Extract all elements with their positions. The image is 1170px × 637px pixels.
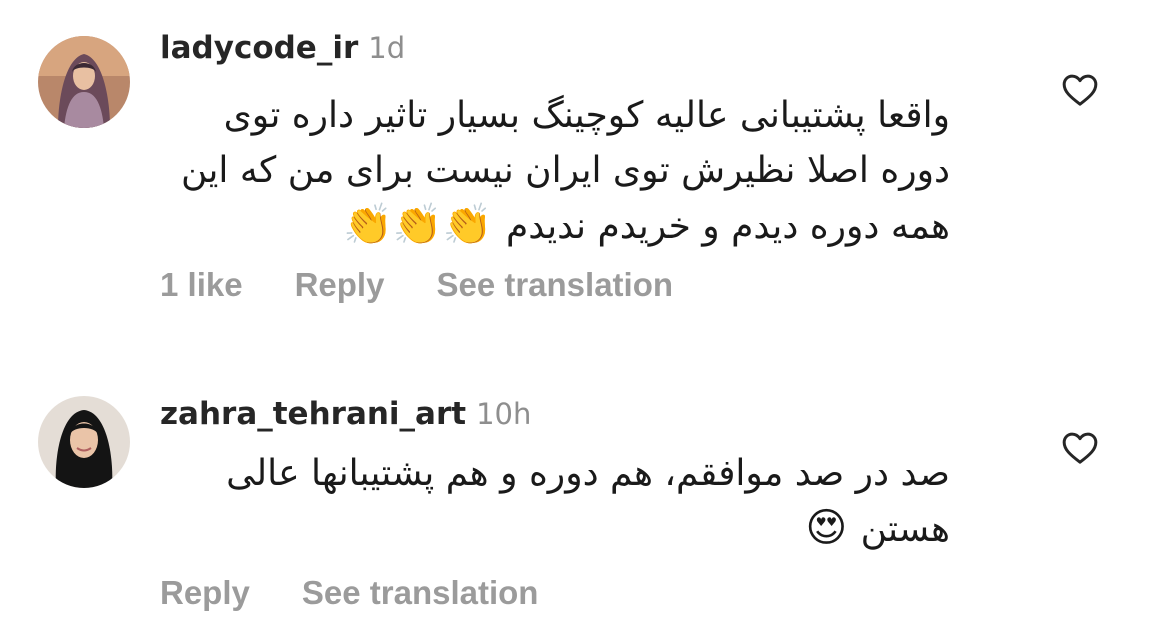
timestamp: 10h [476,397,532,431]
username[interactable]: zahra_tehrani_art [160,396,466,432]
comment-text-line: صد در صد موافقم، هم دوره و هم پشتیبانها … [226,453,950,494]
comment-text-line: دوره اصلا نظیرش توی ایران نیست برای من ک… [180,150,950,191]
see-translation-button[interactable]: See translation [302,574,539,612]
avatar[interactable] [38,36,130,128]
comment-header: ladycode_ir 1d [160,30,405,66]
comment-text-line: واقعا پشتیبانی عالیه کوچینگ بسیار تاثیر … [223,95,950,136]
timestamp: 1d [368,31,406,65]
reply-button[interactable]: Reply [160,574,250,612]
likes-count[interactable]: 1 like [160,266,243,304]
heart-icon[interactable] [1060,428,1100,468]
clapping-hands-emoji: 👏👏👏 [343,202,493,248]
woman-in-black-hijab-avatar-icon [38,396,130,488]
username[interactable]: ladycode_ir [160,30,358,66]
see-translation-button[interactable]: See translation [436,266,673,304]
comment-text-line: هستن [860,509,950,550]
comment-text-line: همه دوره دیدم و خریدم ندیدم [505,206,950,247]
comment-text: واقعا پشتیبانی عالیه کوچینگ بسیار تاثیر … [160,88,950,254]
comment-header: zahra_tehrani_art 10h [160,396,531,432]
comment-text: صد در صد موافقم، هم دوره و هم پشتیبانها … [160,446,950,557]
heart-eyes-emoji: 😍 [805,505,848,551]
avatar[interactable] [38,396,130,488]
reply-button[interactable]: Reply [295,266,385,304]
comment-item: zahra_tehrani_art 10h صد در صد موافقم، ه… [0,370,1170,637]
comment-actions: 1 like Reply See translation [160,266,673,304]
heart-icon[interactable] [1060,70,1100,110]
woman-in-hijab-avatar-icon [38,36,130,128]
comment-actions: Reply See translation [160,574,538,612]
comment-item: ladycode_ir 1d واقعا پشتیبانی عالیه کوچی… [0,0,1170,340]
